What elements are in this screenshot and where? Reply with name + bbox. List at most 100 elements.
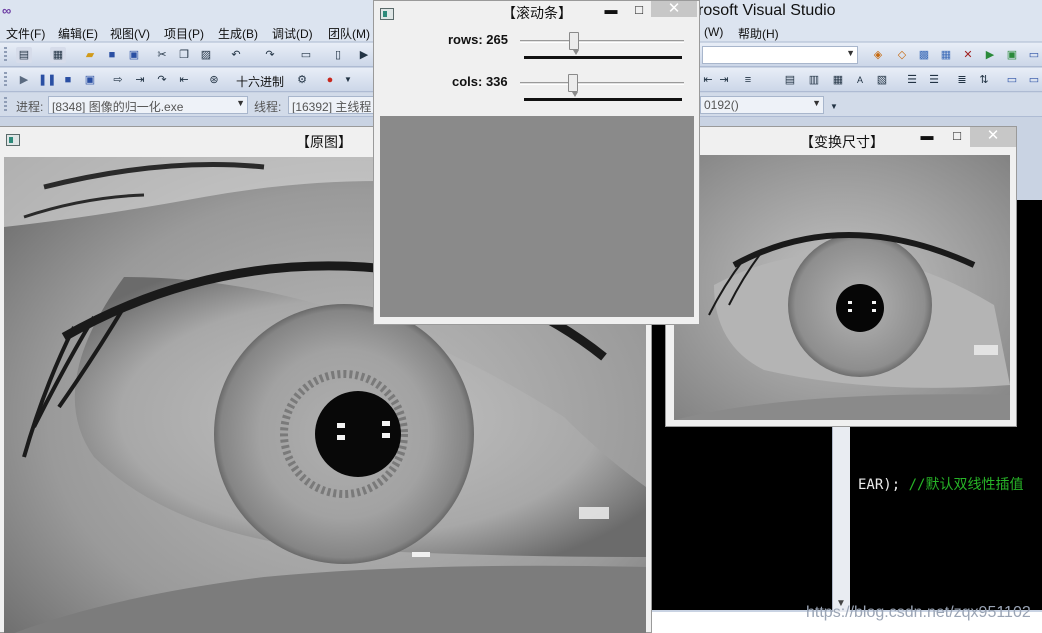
cols-track[interactable] <box>520 82 684 85</box>
find-icon[interactable]: ◈ <box>870 47 886 63</box>
thread-combo[interactable]: [16392] 主线程 <box>288 96 378 114</box>
hex-display-icon[interactable]: ⊛ <box>206 72 222 88</box>
menu-project[interactable]: 项目(P) <box>164 25 204 42</box>
pause-icon[interactable]: ❚❚ <box>38 72 56 88</box>
sort-icon[interactable]: ⇅ <box>976 72 992 88</box>
cols-tick-bar <box>524 98 682 101</box>
chevron-down-icon[interactable]: ▼ <box>340 72 356 88</box>
align-left-icon[interactable]: ☰ <box>904 72 920 88</box>
rows-tick-bar <box>524 56 682 59</box>
extensions-icon[interactable]: ▣ <box>1004 47 1020 63</box>
start-icon[interactable]: ▶ <box>356 47 372 63</box>
thread-label: 线程: <box>254 100 282 114</box>
breakpoint-icon[interactable]: ● <box>322 72 338 88</box>
resized-title: 【变换尺寸】 <box>800 134 884 150</box>
close-button[interactable]: ✕ <box>651 1 697 17</box>
rows-slider-thumb[interactable] <box>569 32 580 55</box>
toolbox-icon[interactable]: ▦ <box>938 47 954 63</box>
thread-value: [16392] 主线程 <box>292 100 372 114</box>
continue-icon[interactable]: ▶ <box>16 72 32 88</box>
vs-logo-icon: ∞ <box>2 3 12 18</box>
menu-build[interactable]: 生成(B) <box>218 25 258 42</box>
menu-help[interactable]: 帮助(H) <box>738 25 779 42</box>
rows-label: rows: 265 <box>448 32 508 47</box>
maximize-button[interactable]: □ <box>624 1 654 21</box>
menu-file[interactable]: 文件(F) <box>6 25 45 42</box>
show-next-statement-icon[interactable]: ⇨ <box>110 72 126 88</box>
code-comment: //默认双线性插值 <box>908 477 1024 493</box>
list-icon[interactable]: ≣ <box>954 72 970 88</box>
rows-track[interactable] <box>520 40 684 43</box>
menu-edit[interactable]: 编辑(E) <box>58 25 98 42</box>
menu-window[interactable]: (W) <box>704 25 723 39</box>
window-icon[interactable]: ▭ <box>1004 72 1020 88</box>
align-right-icon[interactable]: ☰ <box>926 72 942 88</box>
resized-image-window: 【变换尺寸】 ▬ □ ✕ <box>665 126 1017 427</box>
bookmark-next-icon[interactable]: ▥ <box>806 72 822 88</box>
cols-label: cols: 336 <box>452 74 508 89</box>
editor-scrollbar[interactable] <box>832 420 850 620</box>
menu-view[interactable]: 视图(V) <box>110 25 150 42</box>
trackbar-titlebar[interactable]: 【滚动条】 ▬ □ ✕ <box>374 1 699 25</box>
trackbar-preview-area <box>380 116 694 317</box>
watermark: https://blog.csdn.net/zqx951102 <box>806 604 1031 621</box>
minimize-button[interactable]: ▬ <box>912 127 942 147</box>
toolbar-overflow-icon[interactable]: ▼ <box>826 99 842 115</box>
redo-icon[interactable]: ↷ <box>262 47 278 63</box>
close-button[interactable]: ✕ <box>970 127 1016 147</box>
resized-titlebar[interactable]: 【变换尺寸】 ▬ □ ✕ <box>666 127 1016 155</box>
restart-icon[interactable]: ▣ <box>82 72 98 88</box>
indent-icon[interactable]: ⇤ <box>700 72 716 88</box>
opencv-window-icon <box>6 134 20 146</box>
class-view-icon[interactable]: ◇ <box>894 47 910 63</box>
step-into-icon[interactable]: ⇥ <box>132 72 148 88</box>
start-page-icon[interactable]: ▶ <box>982 47 998 63</box>
solution-config-combo[interactable]: ▼ <box>702 46 858 64</box>
minimize-button[interactable]: ▬ <box>596 1 626 21</box>
stack-frame-value: 0192() <box>704 98 739 112</box>
save-all-icon[interactable]: ▣ <box>126 47 142 63</box>
menu-debug[interactable]: 调试(D) <box>272 25 313 42</box>
process-label: 进程: <box>16 100 44 114</box>
chat-icon[interactable]: ▭ <box>1026 72 1042 88</box>
bookmark-prev-icon[interactable]: ▦ <box>830 72 846 88</box>
code-line: EAR); //默认双线性插值 <box>858 474 1023 494</box>
original-title: 【原图】 <box>296 134 352 150</box>
copy-icon[interactable]: ❐ <box>176 47 192 63</box>
toolbar-grip[interactable] <box>4 72 7 88</box>
maximize-button[interactable]: □ <box>942 127 972 147</box>
tools-icon[interactable]: ✕ <box>960 47 976 63</box>
stop-icon[interactable]: ■ <box>60 72 76 88</box>
save-icon[interactable]: ■ <box>104 47 120 63</box>
cut-icon[interactable]: ✂ <box>154 47 170 63</box>
add-item-icon[interactable]: ▦ <box>50 47 66 63</box>
properties-icon[interactable]: ▩ <box>916 47 932 63</box>
bookmark-icon[interactable]: ▤ <box>782 72 798 88</box>
open-folder-icon[interactable]: ▰ <box>82 47 98 63</box>
undo-icon[interactable]: ↶ <box>228 47 244 63</box>
menu-team[interactable]: 团队(M) <box>328 25 370 42</box>
resized-eye-image <box>674 155 1010 420</box>
chevron-down-icon: ▼ <box>812 98 821 108</box>
comment-icon[interactable]: ≡ <box>740 72 756 88</box>
vs-title: rosoft Visual Studio <box>698 2 836 19</box>
toolbar-grip[interactable] <box>4 97 7 113</box>
format-icon[interactable]: ▧ <box>874 72 890 88</box>
chevron-down-icon: ▼ <box>236 98 245 108</box>
process-combo[interactable]: [8348] 图像的归一化.exe ▼ <box>48 96 248 114</box>
code-statement: EAR); <box>858 477 901 493</box>
navigate-forward-icon[interactable]: ▯ <box>330 47 346 63</box>
font-icon[interactable]: A <box>852 72 868 88</box>
paste-icon[interactable]: ▨ <box>198 47 214 63</box>
navigate-back-icon[interactable]: ▭ <box>298 47 314 63</box>
step-over-icon[interactable]: ↷ <box>154 72 170 88</box>
cols-slider-thumb[interactable] <box>567 74 578 97</box>
step-out-icon[interactable]: ⇤ <box>176 72 192 88</box>
stack-frame-combo[interactable]: 0192() ▼ <box>700 96 824 114</box>
toolbar-grip[interactable] <box>4 47 7 63</box>
threads-icon[interactable]: ⚙ <box>294 72 310 88</box>
output-icon[interactable]: ▭ <box>1026 47 1042 63</box>
hex-toggle[interactable]: 十六进制 <box>236 73 284 90</box>
new-project-icon[interactable]: ▤ <box>16 47 32 63</box>
outdent-icon[interactable]: ⇥ <box>716 72 732 88</box>
